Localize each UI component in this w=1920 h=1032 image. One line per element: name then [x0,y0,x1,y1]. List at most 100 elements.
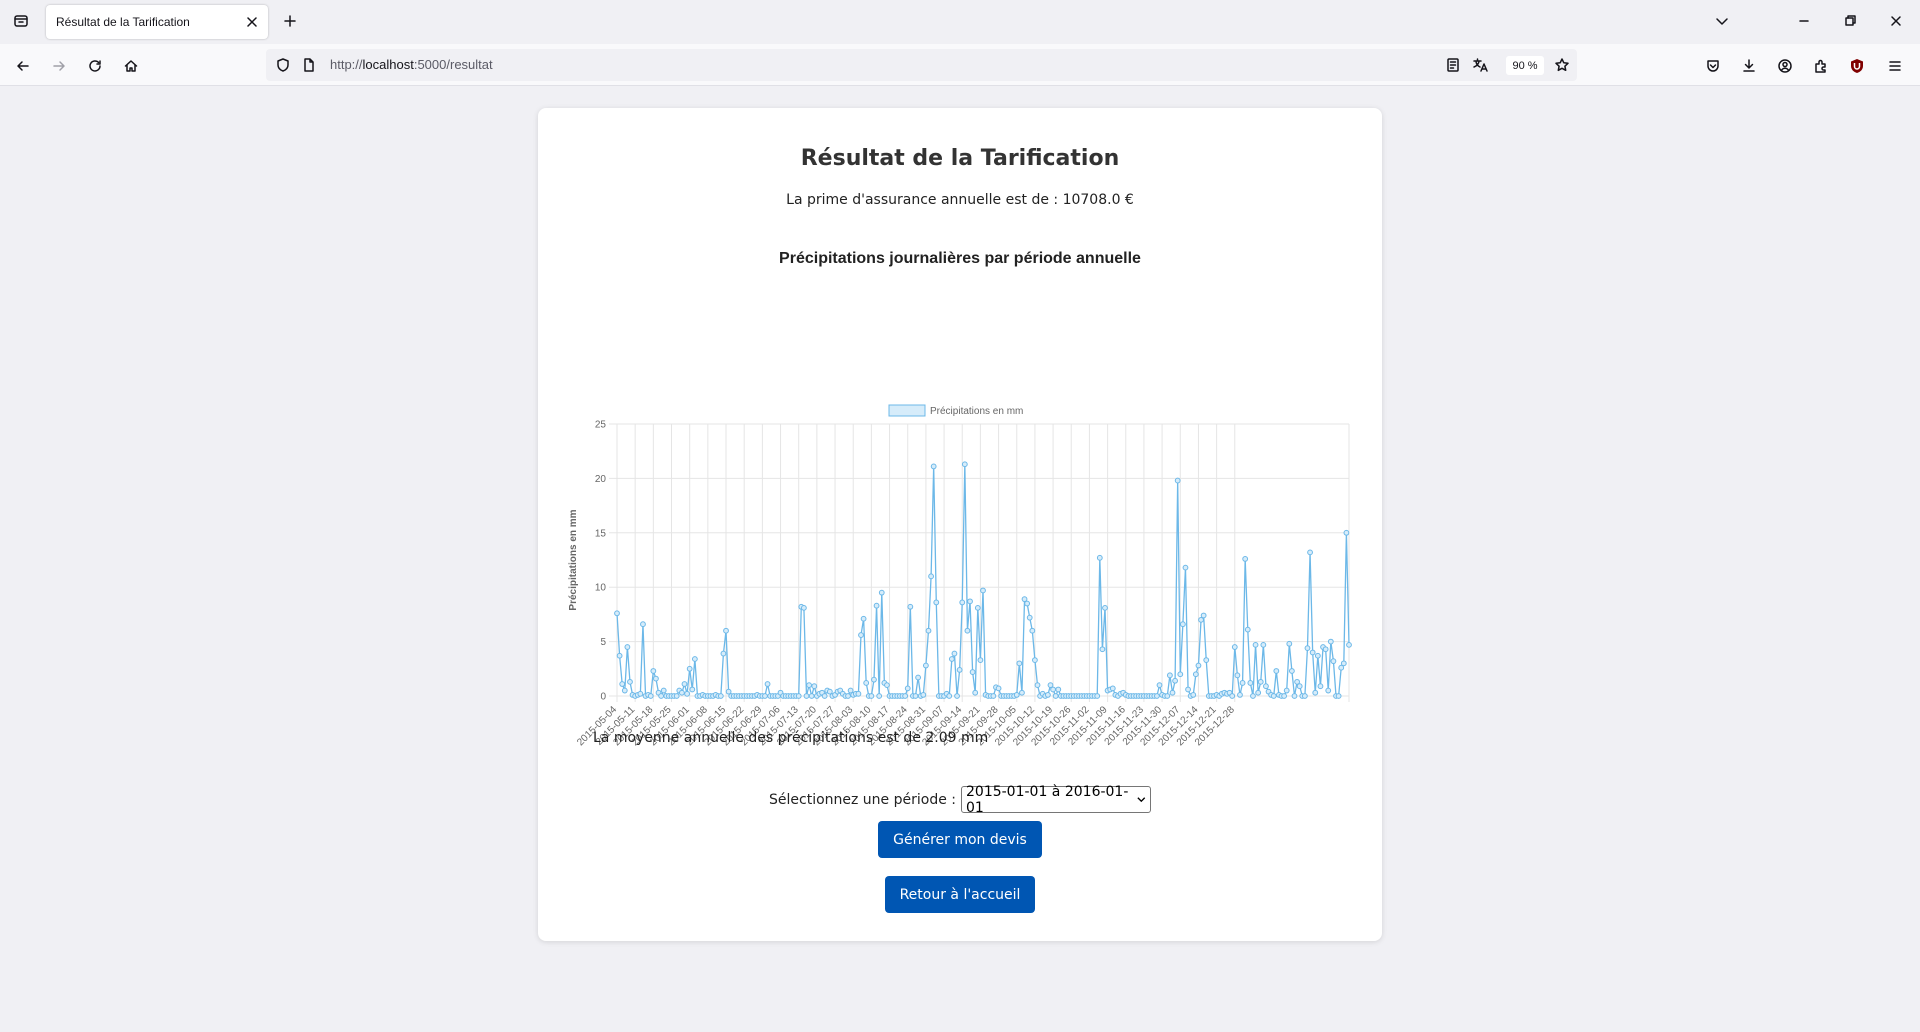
period-select[interactable]: 2015-01-01 à 2016-01-01 [961,783,1151,816]
data-point [1237,692,1243,698]
data-point [1325,687,1332,694]
pocket-button[interactable] [1700,53,1726,79]
data-point [873,602,880,609]
data-point [689,686,696,693]
data-point [614,610,620,617]
data-point [1312,689,1319,696]
data-point [1281,693,1288,699]
browser-tab-active[interactable]: Résultat de la Tarification [46,5,268,39]
translate-button[interactable] [1471,56,1489,74]
data-point [762,693,768,699]
data-point [863,680,870,686]
data-point [1179,621,1186,628]
data-point [1291,693,1298,699]
data-point [1034,682,1041,689]
site-info-button[interactable] [300,56,318,74]
close-icon [247,17,257,27]
data-point [1301,693,1308,699]
data-point [621,687,628,694]
data-point [1026,614,1033,621]
data-point [637,690,644,697]
data-point [974,604,981,611]
account-icon [1778,59,1792,73]
data-point [1055,686,1062,693]
data-point [959,599,966,606]
data-point [951,650,958,657]
data-point [1255,689,1262,696]
generate-quote-button[interactable]: Générer mon devis [878,821,1042,858]
tab-title: Résultat de la Tarification [56,15,190,29]
data-point [967,598,973,605]
list-all-tabs-button[interactable] [1708,8,1736,34]
data-point [1288,668,1295,674]
data-point [1044,692,1051,698]
period-label: Sélectionnez une période : [769,791,956,808]
forward-button[interactable] [46,53,72,79]
data-point [803,693,810,699]
data-point [811,683,818,690]
restore-button[interactable] [1836,8,1864,34]
data-point [1229,693,1236,699]
home-button[interactable] [118,53,144,79]
data-point [653,675,659,682]
data-point [920,692,927,698]
data-point [1307,549,1313,556]
chevron-down-icon [1137,797,1146,803]
data-point [1317,683,1324,690]
data-point [930,463,937,470]
data-point [922,662,929,669]
data-point [1309,649,1316,656]
reload-button[interactable] [82,53,108,79]
data-point [717,693,724,699]
new-tab-button[interactable] [278,9,302,33]
data-point [1231,644,1238,650]
y-tick-label: 5 [600,637,606,648]
zoom-level-badge[interactable]: 90 % [1506,56,1544,75]
data-point [1016,660,1023,667]
data-point [1283,687,1290,694]
minimize-button[interactable] [1790,8,1818,34]
y-axis-title: Précipitations en mm [568,509,579,610]
bookmark-button[interactable] [1553,56,1571,74]
downloads-button[interactable] [1736,53,1762,79]
data-point [624,644,631,650]
data-point [627,678,633,685]
data-point [673,693,680,699]
data-point [925,627,932,634]
tab-close-button[interactable] [242,12,262,32]
account-button[interactable] [1772,53,1798,79]
data-point [980,587,986,594]
data-point [640,621,646,628]
data-point [1109,685,1116,692]
data-point [616,652,623,659]
data-point [1242,556,1249,562]
tab-list-button[interactable] [8,8,34,34]
tab-bar: Résultat de la Tarification [0,0,1920,44]
data-point [1327,638,1334,645]
data-point [946,693,953,699]
data-point [845,693,851,699]
data-point [678,689,685,696]
home-icon [124,60,138,72]
period-selected-value: 2015-01-01 à 2016-01-01 [966,783,1129,816]
url-bar[interactable]: http://localhost:5000/resultat 90 % [266,49,1577,81]
url-path: :5000/resultat [413,57,493,72]
data-point [1244,626,1251,633]
data-point [954,693,960,699]
back-home-button[interactable]: Retour à l'accueil [885,876,1035,913]
data-point [902,693,909,699]
extensions-button[interactable] [1808,53,1834,79]
ublock-button[interactable] [1844,53,1870,79]
data-point [1203,657,1210,663]
window-close-button[interactable] [1882,8,1910,34]
data-point [1032,657,1038,663]
url-host: localhost [362,57,414,72]
chart-legend: Précipitations en mm [888,404,1023,417]
data-point [1050,686,1056,693]
url-text[interactable]: http://localhost:5000/resultat [330,57,493,72]
tracking-protection-button[interactable] [274,56,292,74]
star-icon [1555,58,1569,72]
back-button[interactable] [10,53,36,79]
app-menu-button[interactable] [1882,53,1908,79]
reader-view-button[interactable] [1444,56,1462,74]
